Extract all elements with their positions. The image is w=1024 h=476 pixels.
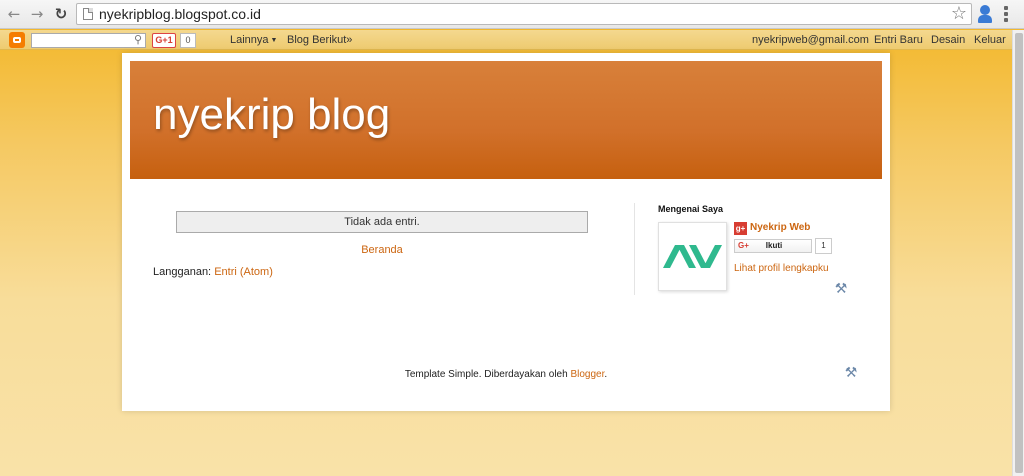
more-menu[interactable]: Lainnya ▼: [230, 34, 277, 46]
blogger-navbar: ⚲ G+1 0 Lainnya ▼ Blog Berikut» nyekripwe…: [0, 30, 1012, 50]
column-divider: [634, 203, 635, 295]
view-profile-link[interactable]: Lihat profil lengkapku: [734, 263, 829, 274]
atom-feed-link[interactable]: Entri (Atom): [214, 266, 273, 278]
design-link[interactable]: Desain: [931, 34, 965, 46]
subscribe-label: Langganan:: [153, 266, 212, 278]
follower-count: 1: [815, 238, 832, 254]
navbar-search-input[interactable]: ⚲: [31, 33, 146, 48]
gplus-badge-icon: g+: [734, 222, 747, 235]
logout-link[interactable]: Keluar: [974, 34, 1006, 46]
subscribe-line: Langganan: Entri (Atom): [153, 266, 273, 278]
profile-name-link[interactable]: Nyekrip Web: [750, 222, 810, 233]
scrollbar[interactable]: [1012, 30, 1024, 476]
blog-page: nyekrip blog Tidak ada entri. Beranda La…: [122, 53, 890, 411]
blogger-link[interactable]: Blogger: [570, 369, 604, 380]
browser-toolbar: ← → ↻ nyekripblog.blogspot.co.id ☆: [0, 0, 1024, 29]
footer-text: Template Simple. Diberdayakan oleh: [404, 369, 568, 380]
page-icon: [83, 8, 93, 20]
address-bar[interactable]: nyekripblog.blogspot.co.id ☆: [76, 3, 972, 25]
scrollbar-thumb[interactable]: [1015, 33, 1023, 473]
menu-icon[interactable]: [1004, 6, 1008, 24]
url-text[interactable]: nyekripblog.blogspot.co.id: [99, 6, 261, 22]
follow-button[interactable]: G+ Ikuti: [734, 239, 812, 253]
profile-icon[interactable]: [978, 5, 992, 23]
edit-gadget-icon[interactable]: ⚒: [833, 281, 849, 297]
reload-icon[interactable]: ↻: [51, 4, 71, 24]
no-posts-message: Tidak ada entri.: [176, 211, 588, 233]
blogger-logo-icon[interactable]: [9, 32, 25, 48]
chevron-down-icon: ▼: [270, 37, 278, 44]
footer-suffix: .: [604, 369, 608, 380]
profile-avatar[interactable]: [658, 222, 727, 291]
back-arrow-icon[interactable]: ←: [4, 4, 24, 24]
search-icon[interactable]: ⚲: [134, 33, 142, 46]
nyekrip-logo-icon: [663, 245, 722, 268]
bookmark-star-icon[interactable]: ☆: [951, 3, 967, 24]
edit-footer-icon[interactable]: ⚒: [843, 365, 859, 381]
more-label: Lainnya: [230, 34, 269, 46]
footer-attribution: Template Simple. Diberdayakan oleh Blogg…: [122, 369, 890, 380]
gplus-one-button[interactable]: G+1: [152, 33, 176, 48]
blog-title[interactable]: nyekrip blog: [153, 90, 390, 140]
forward-arrow-icon[interactable]: →: [27, 4, 47, 24]
home-link: Beranda: [176, 244, 588, 256]
new-post-link[interactable]: Entri Baru: [874, 34, 923, 46]
user-email[interactable]: nyekripweb@gmail.com: [752, 34, 869, 46]
follow-label: Ikuti: [765, 241, 783, 250]
home-link-text[interactable]: Beranda: [361, 244, 403, 256]
blog-header: nyekrip blog: [130, 61, 882, 179]
about-me-title: Mengenai Saya: [658, 204, 724, 214]
next-blog-link[interactable]: Blog Berikut»: [287, 34, 352, 46]
gplus-count: 0: [180, 33, 196, 48]
